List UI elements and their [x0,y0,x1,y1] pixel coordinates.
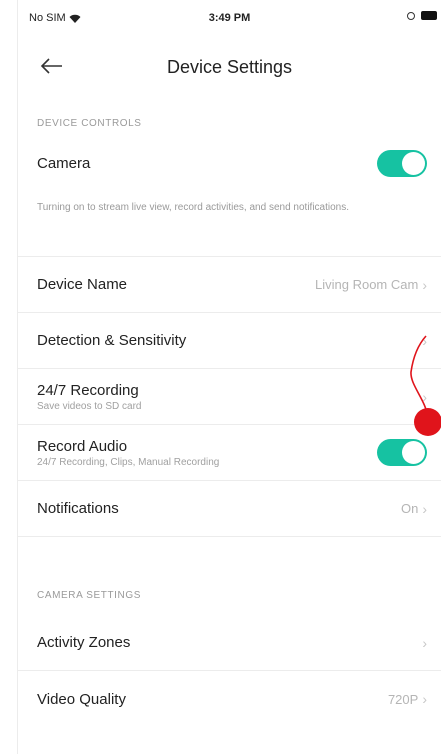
status-bar: No SIM 3:49 PM [18,0,441,40]
record-audio-row: Record Audio 24/7 Recording, Clips, Manu… [18,425,441,481]
orientation-lock-icon [407,11,415,20]
record-audio-toggle[interactable] [377,439,427,466]
video-quality-label: Video Quality [37,690,126,708]
section-header-camera-settings: CAMERA SETTINGS [37,590,142,601]
device-name-row[interactable]: Device Name Living Room Cam › [18,257,441,313]
notifications-row[interactable]: Notifications On › [18,481,441,537]
camera-description: Turning on to stream live view, record a… [18,191,441,257]
section-header-device-controls: DEVICE CONTROLS [37,118,142,129]
detection-label: Detection & Sensitivity [37,332,187,349]
toggle-knob [402,441,425,464]
device-name-label: Device Name [37,276,128,293]
camera-row: Camera [18,135,441,191]
chevron-right-icon: › [422,332,427,349]
nav-bar: Device Settings [18,40,441,95]
chevron-right-icon: › [422,500,427,517]
recording-row[interactable]: 24/7 Recording Save videos to SD card › [18,369,441,425]
detection-row[interactable]: Detection & Sensitivity › [18,313,441,369]
notifications-label: Notifications [37,500,119,517]
activity-zones-label: Activity Zones [37,634,131,651]
video-quality-row[interactable]: Video Quality 720P › [18,671,441,727]
battery-icon [421,11,437,20]
clock: 3:49 PM [208,12,251,24]
activity-zones-row[interactable]: Activity Zones › [18,615,441,671]
status-icons [407,11,437,20]
recording-label: 24/7 Recording [37,381,139,399]
camera-toggle[interactable] [377,149,427,177]
chevron-right-icon: › [422,276,427,293]
record-audio-subtitle: 24/7 Recording, Clips, Manual Recording [37,456,220,468]
chevron-right-icon: › [422,634,427,651]
chevron-right-icon: › [422,388,427,405]
toggle-knob [402,151,425,175]
device-settings-screen: No SIM 3:49 PM Device Settings DEVICE CO… [17,0,441,754]
device-name-value: Living Room Cam [315,277,419,292]
notifications-value: On [400,501,419,516]
recording-subtitle: Save videos to SD card [37,400,142,412]
app-frame: No SIM 3:49 PM Device Settings DEVICE CO… [0,0,441,754]
record-audio-label: Record Audio [37,437,128,455]
video-quality-value: 720P [387,691,419,707]
chevron-right-icon: › [422,691,427,707]
camera-label: Camera [37,154,91,172]
page-title: Device Settings [166,57,293,77]
